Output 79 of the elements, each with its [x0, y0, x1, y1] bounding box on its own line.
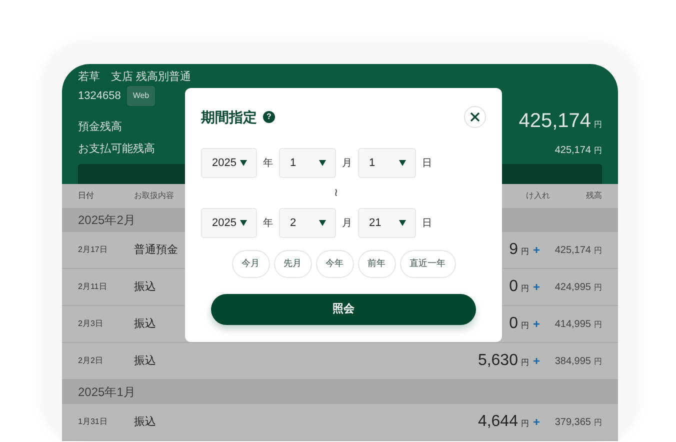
account-number: 1324658 — [78, 89, 121, 104]
currency-unit: 円 — [594, 282, 602, 294]
description-cell-text: 振込 — [134, 354, 156, 369]
balance-label: 預金残高 — [78, 120, 122, 135]
year-select[interactable]: 2025 — [201, 148, 257, 178]
column-header: お取扱内容 — [134, 190, 174, 202]
plus-sign: + — [532, 316, 540, 333]
column-header: け入れ — [526, 190, 550, 202]
date-unit-label: 日 — [421, 156, 433, 170]
preset-button[interactable]: 前年 — [358, 250, 396, 278]
balance-cell-text: 425,174 — [554, 244, 591, 258]
preset-button[interactable]: 今年 — [316, 250, 354, 278]
currency-unit: 円 — [594, 119, 602, 131]
plus-sign: + — [532, 414, 540, 431]
month-select[interactable]: 1 — [279, 148, 336, 178]
currency-unit: 円 — [520, 320, 529, 332]
date-unit-label: 月 — [341, 216, 353, 230]
date-unit-label: 月 — [341, 156, 353, 170]
balance-amount: 425,174 — [518, 109, 591, 134]
available-balance-label: お支払可能残高 — [78, 142, 155, 157]
plus-sign: + — [532, 242, 540, 259]
column-header: 日付 — [78, 190, 95, 202]
date-cell-text: 2月2日 — [78, 355, 104, 367]
date-unit-label: 日 — [421, 216, 433, 230]
close-button[interactable] — [464, 106, 486, 128]
help-icon[interactable]: ? — [263, 111, 275, 123]
description-cell-text: 振込 — [134, 316, 156, 332]
description-cell-text: 振込 — [134, 414, 156, 430]
currency-unit: 円 — [594, 416, 602, 428]
available-balance-amount: 425,174 — [554, 144, 591, 158]
plus-sign: + — [532, 353, 540, 370]
currency-unit: 円 — [594, 145, 602, 157]
preset-button[interactable]: 今月 — [232, 250, 270, 278]
dialog-title: 期間指定 — [201, 108, 257, 126]
day-select[interactable]: 21 — [358, 208, 416, 238]
amount-cell-text: 4,644 — [478, 412, 518, 432]
preset-button[interactable]: 先月 — [274, 250, 312, 278]
date-cell-text: 2月11日 — [78, 281, 108, 293]
amount-cell-text: 9 — [509, 240, 518, 260]
month-heading: 2025年2月 — [78, 212, 136, 229]
branch-name: 若草 支店 残高別普通 — [78, 70, 192, 85]
balance-cell-text: 424,995 — [554, 280, 591, 294]
dropdown-arrow-icon — [240, 160, 247, 166]
search-button[interactable]: 照会 — [211, 294, 476, 325]
date-unit-label: 年 — [262, 156, 274, 170]
web-badge: Web — [126, 86, 156, 106]
currency-unit: 円 — [594, 318, 602, 330]
date-unit-label: 年 — [262, 216, 274, 230]
currency-unit: 円 — [520, 246, 529, 258]
dropdown-arrow-icon — [319, 220, 326, 226]
amount-cell-text: 0 — [509, 314, 518, 334]
plus-sign: + — [532, 279, 540, 296]
amount-cell-text: 5,630 — [478, 351, 518, 371]
amount-cell-text: 0 — [509, 277, 518, 297]
dropdown-arrow-icon — [399, 160, 406, 166]
column-header: 残高 — [586, 190, 602, 202]
date-cell-text: 2月3日 — [78, 318, 104, 330]
balance-cell-text: 414,995 — [554, 318, 591, 332]
month-select[interactable]: 2 — [279, 208, 336, 238]
currency-unit: 円 — [594, 244, 602, 256]
year-select[interactable]: 2025 — [201, 208, 257, 238]
balance-cell-text: 384,995 — [554, 354, 591, 368]
date-cell-text: 1月31日 — [78, 416, 108, 428]
day-select[interactable]: 1 — [358, 148, 416, 178]
month-heading: 2025年1月 — [78, 384, 136, 401]
currency-unit: 円 — [594, 356, 602, 368]
close-icon — [470, 112, 480, 122]
date-cell-text: 2月17日 — [78, 244, 108, 256]
range-separator: ≀ — [334, 186, 338, 201]
currency-unit: 円 — [520, 418, 529, 430]
description-cell-text: 振込 — [134, 280, 156, 295]
dropdown-arrow-icon — [399, 220, 406, 226]
balance-cell-text: 379,365 — [554, 416, 591, 430]
preset-button[interactable]: 直近一年 — [400, 250, 456, 278]
dropdown-arrow-icon — [240, 220, 247, 226]
currency-unit: 円 — [520, 283, 529, 295]
description-cell-text: 普通預金 — [134, 242, 178, 258]
currency-unit: 円 — [520, 357, 529, 369]
dropdown-arrow-icon — [319, 160, 326, 166]
